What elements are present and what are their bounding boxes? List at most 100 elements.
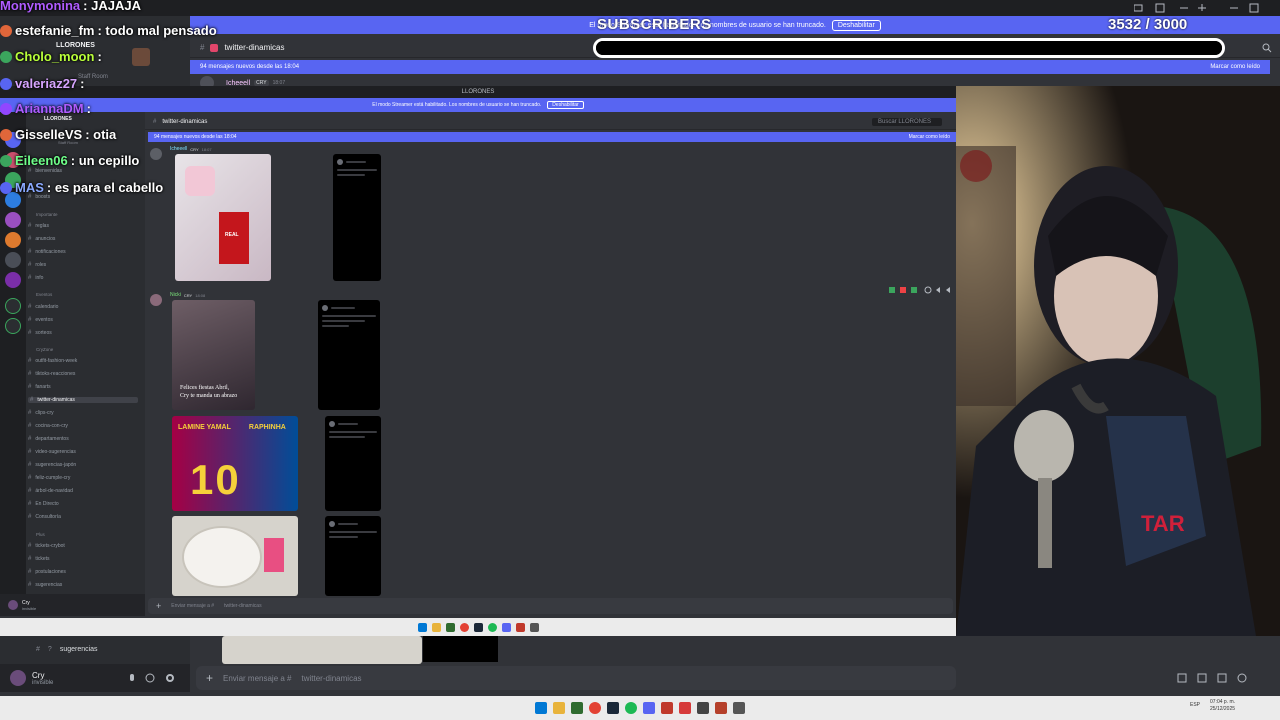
chat-text: : todo mal pensado (97, 23, 217, 38)
tweet-embed[interactable] (318, 300, 380, 410)
tweet-embed[interactable] (333, 154, 381, 281)
channel-fanarts[interactable]: # fanarts (28, 384, 51, 390)
start-icon[interactable] (535, 702, 547, 714)
chat-badge-icon (0, 154, 12, 167)
category-importante[interactable]: Importante (36, 212, 58, 217)
app-icon-3[interactable] (697, 702, 709, 714)
channel-roles[interactable]: # roles (28, 262, 46, 268)
file-explorer-icon[interactable] (553, 702, 565, 714)
steam-icon[interactable] (473, 622, 483, 632)
channel-eventos[interactable]: # eventos (28, 317, 53, 323)
search-icon[interactable] (1262, 43, 1272, 53)
channel-outfit-fashion-week[interactable]: # outfit-fashion-week (28, 358, 77, 364)
channel-feliz-cumple-cry[interactable]: # feliz-cumple-cry (28, 475, 70, 481)
channel-video-sugerencias[interactable]: # video-sugerencias (28, 449, 76, 455)
app-icon-2[interactable] (529, 622, 539, 632)
steam-icon[interactable] (607, 702, 619, 714)
app-icon-5[interactable] (733, 702, 745, 714)
author-name[interactable]: Nicki (170, 292, 181, 298)
avatar[interactable] (150, 294, 162, 306)
pink-card (264, 538, 284, 572)
app-icon-2[interactable] (679, 702, 691, 714)
message-image[interactable]: Felices fiestas Abril, Cry te manda un a… (172, 300, 255, 410)
discord-icon[interactable] (643, 702, 655, 714)
chat-text: : es para el cabello (46, 180, 164, 195)
category-cryzone[interactable]: CryZone (36, 347, 53, 352)
channel-sorteos[interactable]: # sorteos (28, 330, 52, 336)
plus-icon[interactable]: + (206, 671, 213, 685)
inner-message-composer[interactable]: + Enviar mensaje a # twitter-dinamicas (148, 598, 953, 614)
plus-icon[interactable]: + (156, 601, 161, 611)
outer-new-messages-bar[interactable]: 94 mensajes nuevos desde las 18:04 Marca… (190, 60, 1270, 74)
product-label: REAL (225, 232, 239, 238)
channel-postulaciones[interactable]: # postulaciones (28, 569, 66, 575)
file-explorer-icon[interactable] (431, 622, 441, 632)
disable-streamer-button[interactable]: Deshabilitar (831, 19, 881, 31)
channel-arbol-de-navidad[interactable]: # árbol-de-navidad (28, 488, 73, 494)
explore-icon[interactable] (5, 318, 21, 334)
inner-new-messages-bar[interactable]: 94 mensajes nuevos desde las 18:04 Marca… (148, 132, 956, 142)
hash-icon: # (200, 43, 205, 52)
server-icon[interactable] (5, 252, 21, 268)
category-eventos[interactable]: Eventos (36, 292, 52, 297)
message-actions[interactable] (888, 285, 954, 295)
outer-sugerencias-row[interactable]: # ? sugerencias (36, 646, 98, 653)
spotify-icon[interactable] (625, 702, 637, 714)
category-plus[interactable]: Plus (36, 532, 45, 537)
discord-icon[interactable] (501, 622, 511, 632)
language-indicator[interactable]: ESP (1190, 702, 1200, 708)
product-box (219, 212, 249, 264)
server-icon[interactable] (5, 232, 21, 248)
inner-mark-read[interactable]: Marcar como leído (909, 134, 950, 140)
server-icon[interactable] (5, 272, 21, 288)
chat-username: valeriaz27 (15, 76, 78, 91)
avatar[interactable] (10, 670, 26, 686)
server-icon[interactable] (5, 212, 21, 228)
terminal-icon[interactable] (445, 622, 455, 632)
channel-calendario[interactable]: # calendario (28, 304, 58, 310)
start-icon[interactable] (417, 622, 427, 632)
chrome-icon[interactable] (589, 702, 601, 714)
hash-icon: # (36, 646, 40, 653)
composer-tools-icons[interactable] (1176, 672, 1252, 684)
outer-tweet-peek[interactable] (423, 636, 498, 662)
channel-anuncios[interactable]: # anuncios (28, 236, 55, 242)
channel-tickets[interactable]: # tickets (28, 556, 50, 562)
photo-caption-1: Felices fiestas Abril, (180, 385, 230, 391)
user-controls[interactable] (128, 673, 176, 683)
tweet-embed[interactable] (325, 416, 381, 511)
app-icon[interactable] (515, 622, 525, 632)
window-controls[interactable] (1134, 3, 1274, 13)
taskbar-clock[interactable]: 07:04 p. m. 25/12/2025 (1210, 699, 1235, 713)
avatar[interactable] (8, 600, 18, 610)
app-icon[interactable] (661, 702, 673, 714)
tweet-embed[interactable] (325, 516, 381, 596)
subscribers-progress-fill (596, 41, 1222, 55)
channel-sugerencias-japon[interactable]: # sugerencias-japón (28, 462, 76, 468)
add-server-icon[interactable] (5, 298, 21, 314)
channel-sugerencias[interactable]: # sugerencias (28, 582, 62, 588)
jersey-image[interactable]: LAMINE YAMAL RAPHINHA 10 11 (172, 416, 298, 511)
channel-tiktoks-reacciones[interactable]: # tiktoks-reacciones (28, 371, 75, 377)
channel-notificaciones[interactable]: # notificaciones (28, 249, 66, 255)
channel-twitter-dinamicas[interactable]: # twitter-dinamicas (28, 397, 138, 403)
channel-tickets-crybot[interactable]: # tickets-crybot (28, 543, 65, 549)
spotify-icon[interactable] (487, 622, 497, 632)
terminal-icon[interactable] (571, 702, 583, 714)
plate-image[interactable] (172, 516, 298, 596)
channel-en-directo[interactable]: # En Directo (28, 501, 59, 507)
outer-message-composer[interactable]: + Enviar mensaje a # twitter-dinamicas (196, 666, 956, 690)
channel-departamentos[interactable]: # departamentos (28, 436, 69, 442)
outer-mark-read[interactable]: Marcar como leído (1210, 64, 1260, 70)
app-icon-4[interactable] (715, 702, 727, 714)
channel-cocina-con-cry[interactable]: # cocina-con-cry (28, 423, 68, 429)
chat-badge-icon (0, 128, 12, 141)
inner-search-input[interactable]: Buscar LLORONES (872, 117, 942, 126)
chrome-icon[interactable] (459, 622, 469, 632)
inner-disable-button[interactable]: Deshabilitar (547, 101, 584, 109)
outer-image-peek[interactable] (222, 636, 422, 664)
channel-consultoria[interactable]: # Consultoría (28, 514, 61, 520)
channel-clips-cry[interactable]: # clips-cry (28, 410, 54, 416)
channel-info[interactable]: # info (28, 275, 43, 281)
channel-reglas[interactable]: # reglas (28, 223, 49, 229)
